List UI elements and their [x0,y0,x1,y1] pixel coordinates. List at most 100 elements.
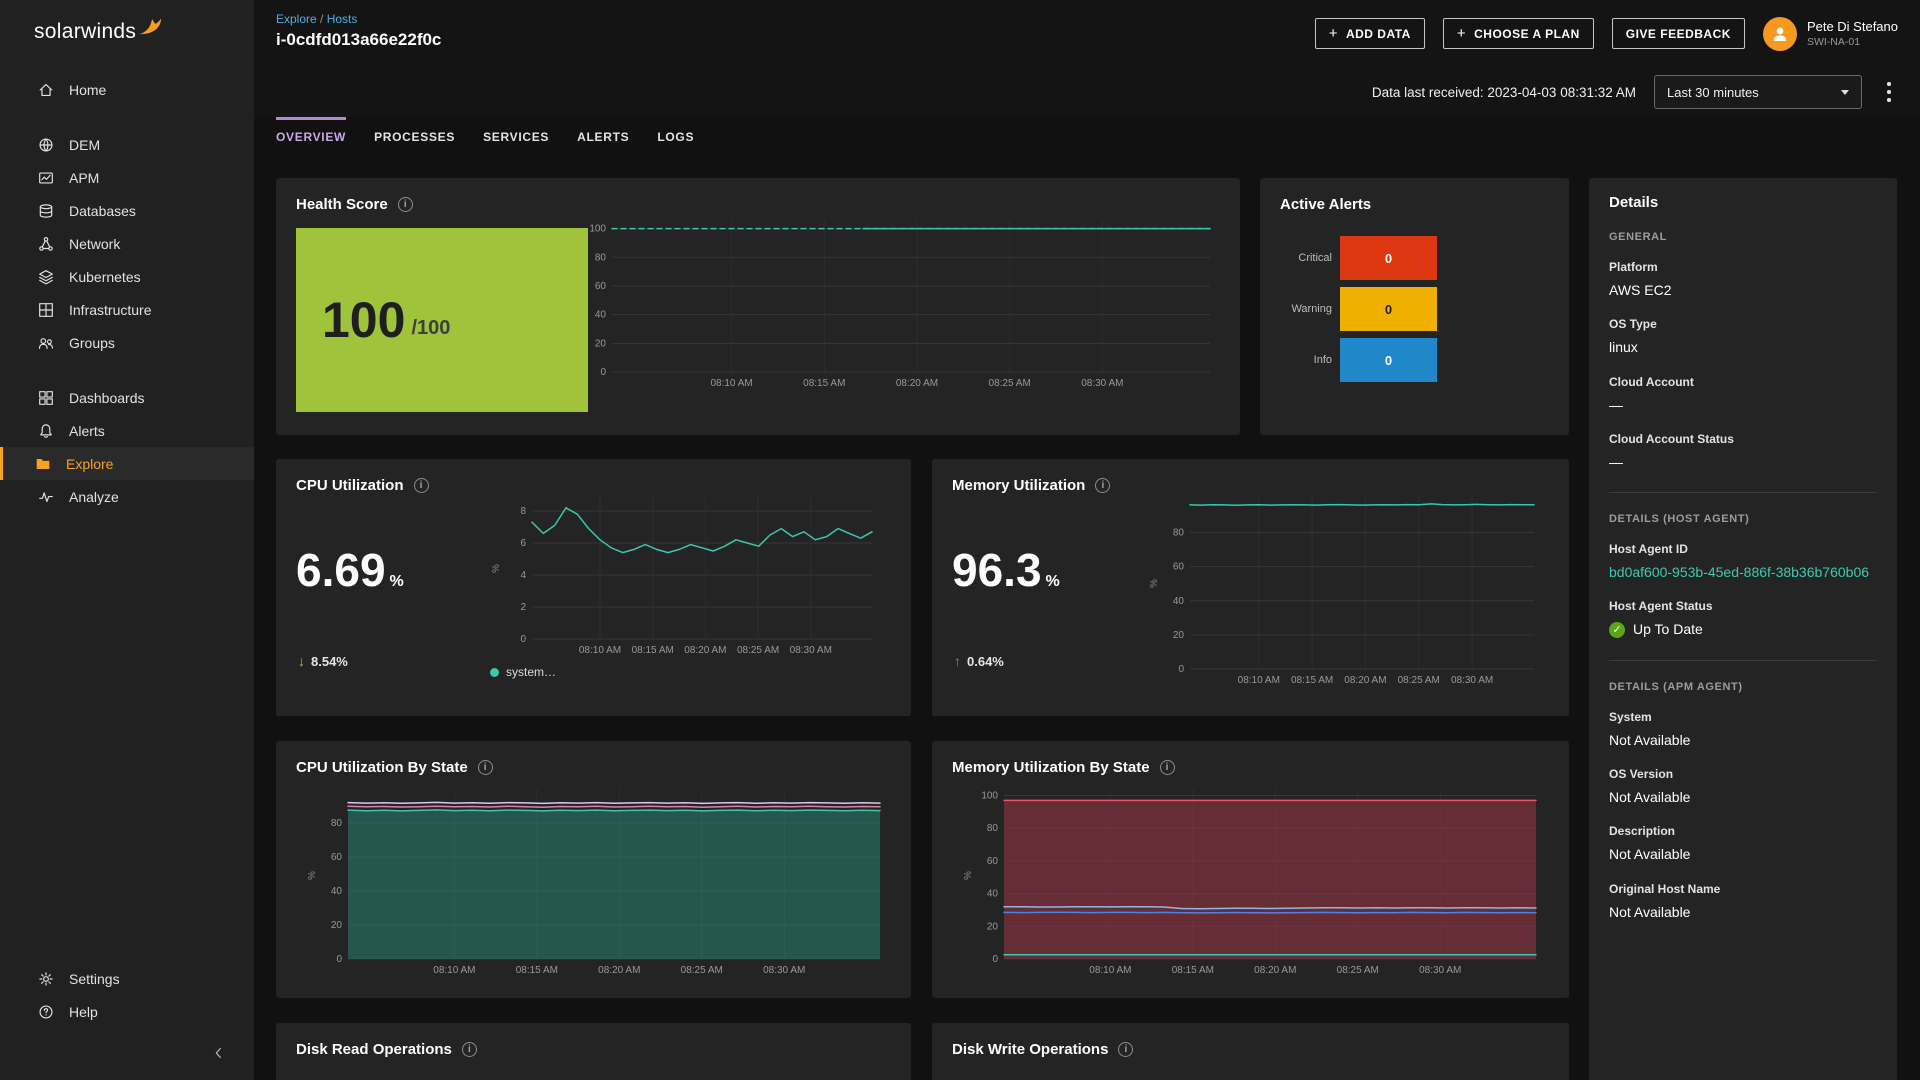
alert-count-box[interactable]: 0 [1340,338,1437,382]
give-feedback-button[interactable]: GIVE FEEDBACK [1612,18,1745,49]
details-field-value: Up To Date [1609,619,1877,639]
health-score-card: Health Score 100 /100 08:10 AM08:15 AM08… [276,178,1240,435]
info-icon[interactable] [398,197,413,212]
legend-dot [490,668,499,677]
svg-text:08:30 AM: 08:30 AM [790,645,832,656]
sidebar-item-infrastructure[interactable]: Infrastructure [0,293,254,326]
sidebar-collapse-button[interactable] [204,1038,234,1068]
user-account: SWI-NA-01 [1807,36,1898,48]
tab-alerts[interactable]: ALERTS [577,117,629,144]
alert-count-box[interactable]: 0 [1340,236,1437,280]
svg-text:08:20 AM: 08:20 AM [1344,675,1386,686]
sidebar-item-label: Groups [69,335,115,351]
sidebar-item-dem[interactable]: DEM [0,128,254,161]
svg-text:60: 60 [331,852,343,863]
add-data-label: ADD DATA [1346,27,1411,41]
svg-text:08:25 AM: 08:25 AM [737,645,779,656]
info-icon[interactable] [1095,478,1110,493]
sidebar-item-home[interactable]: Home [0,73,254,106]
time-range-select[interactable]: Last 30 minutes [1654,75,1862,109]
avatar [1763,17,1797,51]
network-icon [37,235,55,253]
info-icon[interactable] [1118,1042,1133,1057]
sidebar-item-kubernetes[interactable]: Kubernetes [0,260,254,293]
solarwinds-logo-text: solarwinds [34,20,136,44]
tab-logs[interactable]: LOGS [657,117,694,144]
svg-text:0: 0 [520,634,526,645]
svg-text:%: % [1149,579,1160,588]
add-data-button[interactable]: + ADD DATA [1315,18,1425,49]
tab-bar: OVERVIEW PROCESSES SERVICES ALERTS LOGS [276,117,694,144]
sidebar-item-label: Explore [66,456,113,472]
sidebar-item-alerts[interactable]: Alerts [0,414,254,447]
card-title-cpu-by-state: CPU Utilization By State [296,759,468,776]
plus-icon: + [1457,26,1466,41]
details-field-label: Original Host Name [1609,882,1877,896]
sidebar-item-groups[interactable]: Groups [0,326,254,359]
sidebar-item-dashboards[interactable]: Dashboards [0,381,254,414]
cpu-delta: ↓ 8.54% [298,653,348,669]
svg-text:60: 60 [1173,562,1185,573]
card-title-memory-by-state: Memory Utilization By State [952,759,1150,776]
svg-text:40: 40 [331,886,343,897]
info-icon[interactable] [1160,760,1175,775]
sidebar-item-explore[interactable]: Explore [0,447,254,480]
details-panel: Details GENERALPlatformAWS EC2OS Typelin… [1589,178,1897,1080]
info-icon[interactable] [462,1042,477,1057]
cpu-by-state-chart: 08:10 AM08:15 AM08:20 AM08:25 AM08:30 AM… [304,781,888,979]
svg-text:08:20 AM: 08:20 AM [598,965,640,976]
svg-text:08:25 AM: 08:25 AM [1337,965,1379,976]
details-field-label: Host Agent Status [1609,599,1877,613]
choose-plan-button[interactable]: + CHOOSE A PLAN [1443,18,1594,49]
details-field-value[interactable]: bd0af600-953b-45ed-886f-38b36b760b06 [1609,562,1877,582]
sidebar-item-label: Help [69,1004,98,1020]
alert-count-box[interactable]: 0 [1340,287,1437,331]
solarwinds-swoosh-icon [138,16,164,38]
sidebar-item-help[interactable]: Help [0,995,254,1028]
details-field-label: Host Agent ID [1609,542,1877,556]
details-field-value: linux [1609,337,1877,357]
breadcrumb-explore-link[interactable]: Explore [276,12,317,26]
card-title-disk-read: Disk Read Operations [296,1041,452,1058]
groups-icon [37,334,55,352]
svg-text:08:10 AM: 08:10 AM [579,645,621,656]
breadcrumb-hosts-link[interactable]: Hosts [327,12,358,26]
sidebar-item-network[interactable]: Network [0,227,254,260]
memory-value: 96.3% [952,543,1060,597]
svg-text:08:30 AM: 08:30 AM [1419,965,1461,976]
svg-text:08:10 AM: 08:10 AM [1238,675,1280,686]
svg-text:80: 80 [987,823,999,834]
sidebar-item-analyze[interactable]: Analyze [0,480,254,513]
svg-text:08:20 AM: 08:20 AM [1254,965,1296,976]
svg-text:08:15 AM: 08:15 AM [632,645,674,656]
svg-text:60: 60 [595,281,607,292]
sidebar-item-databases[interactable]: Databases [0,194,254,227]
svg-text:08:30 AM: 08:30 AM [1451,675,1493,686]
user-menu[interactable]: Pete Di Stefano SWI-NA-01 [1763,17,1898,51]
card-title-disk-write: Disk Write Operations [952,1041,1108,1058]
arrow-up-icon: ↑ [954,653,961,669]
details-section-heading: DETAILS (HOST AGENT) [1609,513,1877,525]
info-icon[interactable] [414,478,429,493]
info-icon[interactable] [478,760,493,775]
alert-row-warning: Warning0 [1260,287,1569,331]
sidebar-item-label: Settings [69,971,120,987]
tab-overview[interactable]: OVERVIEW [276,117,346,144]
check-icon [1609,622,1625,638]
memory-by-state-card: Memory Utilization By State 08:10 AM08:1… [932,741,1569,998]
help-icon [37,1003,55,1021]
more-options-button[interactable] [1880,80,1898,104]
solarwinds-logo[interactable]: solarwinds [0,0,254,44]
svg-text:80: 80 [595,252,607,263]
person-icon [1770,24,1790,44]
user-name: Pete Di Stefano [1807,19,1898,34]
svg-text:0: 0 [1178,664,1184,675]
active-alerts-card: Active Alerts Critical0Warning0Info0 [1260,178,1569,435]
kubernetes-icon [37,268,55,286]
sidebar-item-settings[interactable]: Settings [0,962,254,995]
svg-text:08:15 AM: 08:15 AM [803,378,845,389]
details-field-label: Cloud Account Status [1609,432,1877,446]
tab-processes[interactable]: PROCESSES [374,117,455,144]
tab-services[interactable]: SERVICES [483,117,549,144]
sidebar-item-apm[interactable]: APM [0,161,254,194]
